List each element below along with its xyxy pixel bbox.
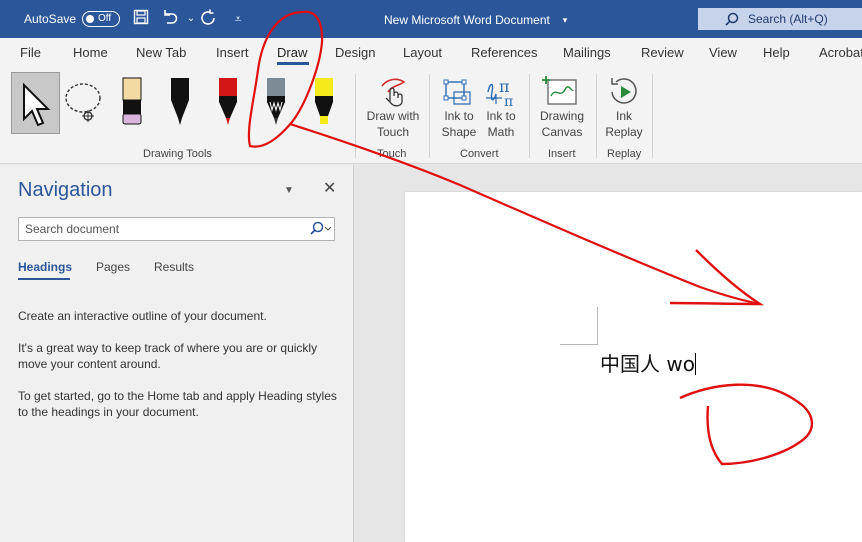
ink-replay-line1: Ink [615, 109, 632, 123]
tab-design[interactable]: Design [335, 45, 375, 60]
ink-replay-label: Ink Replay [602, 108, 646, 140]
document-text-content: 中国人 wo [600, 352, 695, 376]
redo-icon[interactable] [199, 9, 219, 29]
eraser-pen-button[interactable] [116, 72, 148, 134]
lasso-icon [65, 83, 101, 122]
toggle-state: Off [98, 13, 112, 24]
ink-to-shape-line1: Ink to [444, 109, 474, 123]
tab-home[interactable]: Home [73, 45, 108, 60]
margin-corner-mark [560, 307, 598, 345]
pencil-button[interactable] [260, 72, 292, 134]
draw-with-touch-line1: Draw with [366, 109, 420, 123]
pane-options-icon[interactable]: ▼ [284, 185, 294, 196]
ink-replay-icon [611, 78, 637, 104]
pencil-icon [267, 78, 285, 125]
search-box[interactable]: Search (Alt+Q) [698, 8, 862, 30]
nav-tab-results[interactable]: Results [154, 260, 194, 274]
highlighter-button[interactable] [308, 72, 340, 134]
tab-review[interactable]: Review [641, 45, 684, 60]
ribbon: Drawing Tools Draw with Touch Touch Ink … [0, 66, 862, 164]
save-icon[interactable] [131, 9, 151, 29]
drawing-tools-group-label: Drawing Tools [143, 148, 212, 160]
undo-dropdown-icon[interactable]: ⌄ [181, 9, 201, 29]
document-title[interactable]: New Microsoft Word Document [384, 13, 550, 27]
draw-with-touch-label: Draw with Touch [362, 108, 424, 140]
touch-group-label: Touch [377, 148, 407, 160]
ink-replay-line2: Replay [605, 125, 643, 139]
convert-group-label: Convert [460, 148, 499, 160]
autosave-toggle[interactable]: Off [82, 11, 120, 27]
drawing-canvas-line1: Drawing [539, 109, 584, 123]
group-separator [596, 74, 597, 158]
search-document-input[interactable]: Search document [18, 217, 335, 241]
tab-mailings[interactable]: Mailings [563, 45, 611, 60]
drawing-canvas-icon [542, 76, 577, 105]
group-separator [355, 74, 356, 158]
ink-to-math-line2: Math [487, 125, 515, 139]
red-pen-button[interactable] [212, 72, 244, 134]
tab-new-tab[interactable]: New Tab [136, 45, 186, 60]
toggle-knob [86, 15, 94, 23]
text-caret [694, 353, 696, 375]
tab-view[interactable]: View [709, 45, 737, 60]
drawing-canvas-line2: Canvas [541, 125, 583, 139]
svg-text:π: π [504, 94, 513, 108]
nav-tab-pages[interactable]: Pages [96, 260, 130, 274]
close-icon[interactable]: ✕ [323, 178, 336, 198]
drawing-canvas-label: Drawing Canvas [536, 108, 588, 140]
ink-to-math-icon: ππ [486, 77, 513, 110]
tab-insert[interactable]: Insert [216, 45, 249, 60]
highlighter-icon [315, 78, 333, 124]
navigation-title: Navigation [18, 179, 113, 201]
select-tool-button[interactable] [11, 72, 60, 134]
tab-references[interactable]: References [471, 45, 537, 60]
ribbon-tabs: File Home New Tab Insert Draw Design Lay… [0, 38, 862, 66]
group-separator [429, 74, 430, 158]
eraser-icon [122, 77, 142, 125]
tab-file[interactable]: File [20, 45, 41, 60]
ink-to-math-line1: Ink to [486, 109, 516, 123]
nav-tab-headings[interactable]: Headings [18, 260, 72, 274]
nav-help-text: Create an interactive outline of your do… [18, 309, 267, 323]
ink-to-shape-label: Ink to Shape [440, 108, 478, 140]
group-separator [652, 74, 653, 158]
ink-to-math-label: Ink to Math [482, 108, 520, 140]
touch-draw-icon [381, 78, 406, 107]
search-label: Search (Alt+Q) [748, 12, 828, 26]
navigation-pane: Navigation ▼ ✕ Search document Headings … [0, 165, 354, 542]
tab-help[interactable]: Help [763, 45, 790, 60]
red-pen-icon [219, 78, 237, 125]
search-icon[interactable] [308, 221, 332, 237]
tab-layout[interactable]: Layout [403, 45, 442, 60]
active-tab-indicator [277, 62, 309, 65]
customize-toolbar-icon[interactable]: ⩡ [228, 9, 248, 29]
nav-help-text: It's a great way to keep track of where … [18, 341, 318, 371]
tab-acrobat[interactable]: Acrobat [819, 45, 862, 60]
autosave-label: AutoSave [24, 12, 77, 26]
search-document-placeholder: Search document [25, 222, 120, 236]
tab-draw[interactable]: Draw [277, 45, 307, 60]
nav-help-text: To get started, go to the Home tab and a… [18, 389, 337, 419]
lasso-select-button[interactable] [62, 72, 108, 134]
title-dropdown-icon[interactable]: ▾ [555, 10, 575, 30]
draw-with-touch-line2: Touch [376, 125, 410, 139]
insert-group-label: Insert [548, 148, 576, 160]
group-separator [529, 74, 530, 158]
black-pen-button[interactable] [164, 72, 196, 134]
title-bar: AutoSave Off ⌄ ⩡ New Microsoft Word Docu… [0, 0, 862, 38]
replay-group-label: Replay [607, 148, 642, 160]
document-text[interactable]: 中国人 wo [600, 348, 696, 377]
undo-icon[interactable] [160, 9, 180, 29]
search-icon [725, 12, 739, 26]
nav-tab-indicator [18, 278, 70, 280]
ink-to-shape-line2: Shape [441, 125, 477, 139]
black-pen-icon [171, 78, 189, 125]
pointer-icon [23, 82, 51, 127]
ink-to-shape-icon [443, 79, 471, 105]
